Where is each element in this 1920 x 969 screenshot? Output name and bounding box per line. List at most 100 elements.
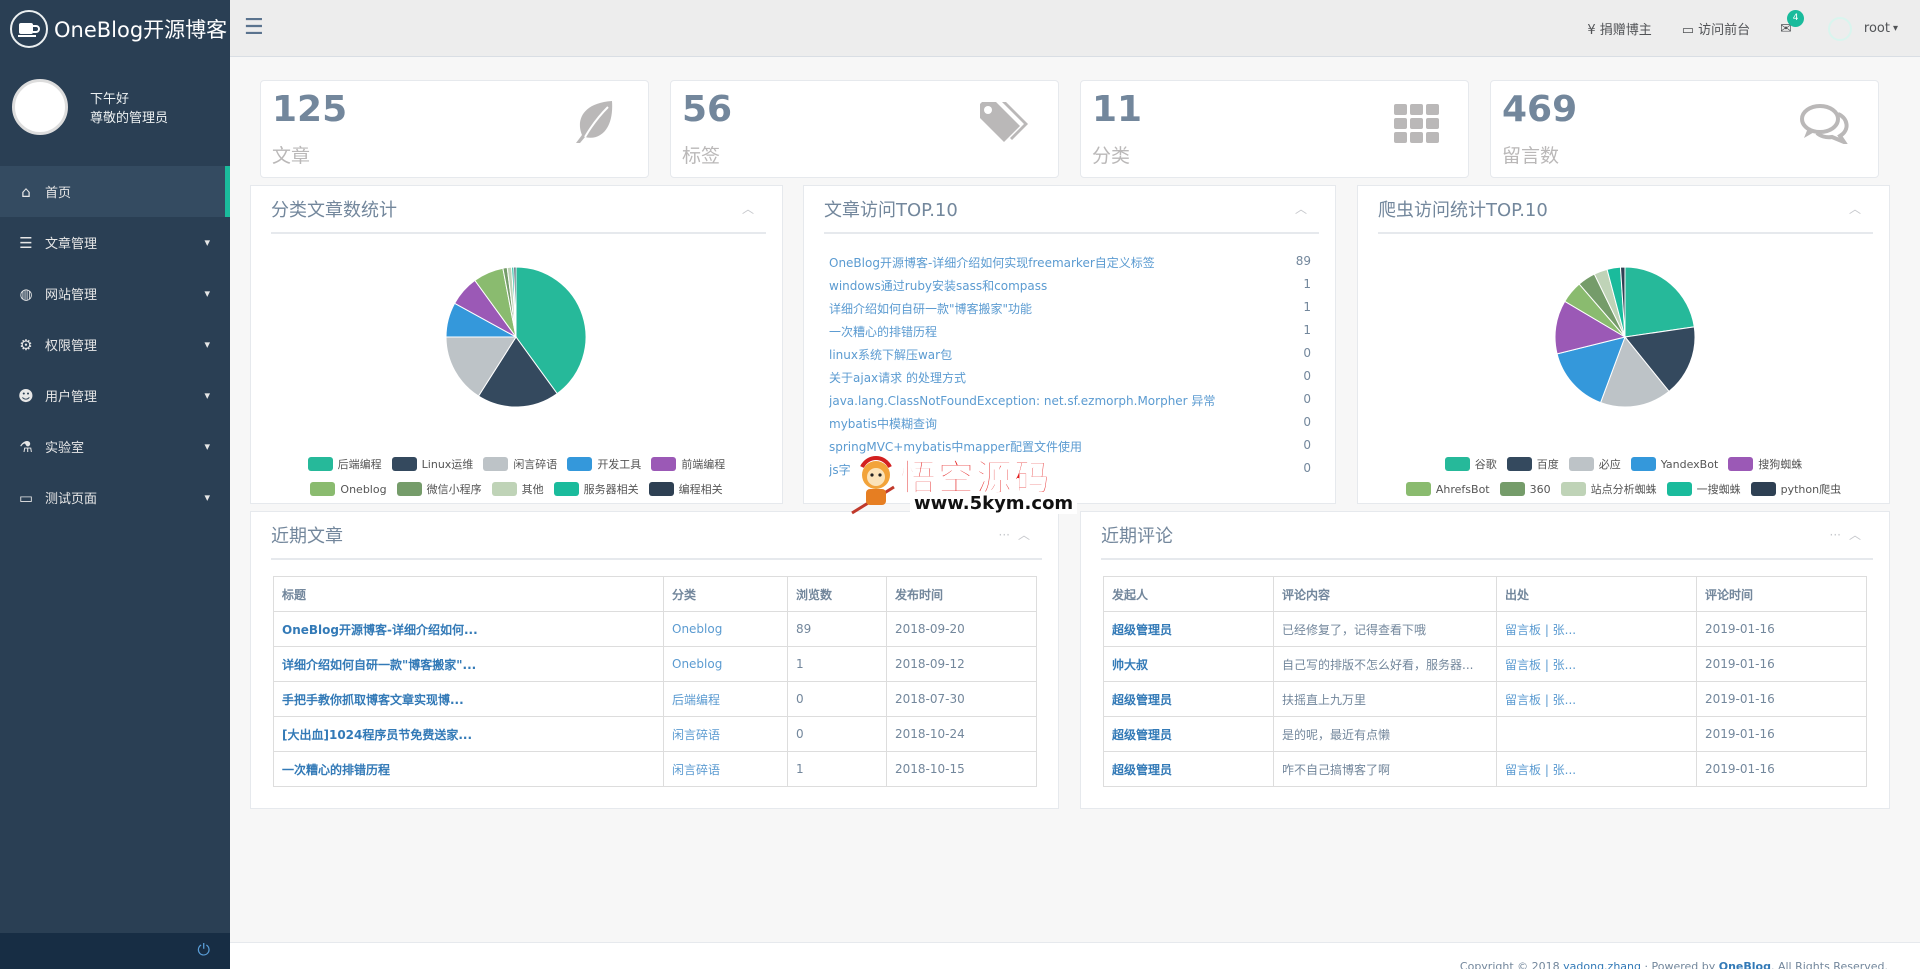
legend-item[interactable]: 必应 (1568, 456, 1621, 472)
envelope-icon[interactable]: ✉ 4 (1780, 9, 1805, 37)
sidebar-item-label: 网站管理 (45, 288, 98, 303)
chevron-up-icon[interactable]: ︿ (1295, 202, 1307, 216)
legend-item[interactable]: Oneblog (310, 481, 387, 497)
table-cell: 是的呢，最近有点懒 (1273, 716, 1497, 752)
sidebar-item-lab[interactable]: ⚗ 实验室 ▾ (0, 421, 230, 472)
legend-swatch (651, 457, 677, 471)
table-cell[interactable]: 闲言碎语 (663, 751, 788, 787)
legend-item[interactable]: 站点分析蜘蛛 (1560, 481, 1657, 497)
sidebar-item-users[interactable]: ☻ 用户管理 ▾ (0, 370, 230, 421)
article-link[interactable]: linux系统下解压war包 (829, 346, 952, 369)
avatar (1827, 16, 1852, 41)
legend-item[interactable]: 闲言碎语 (483, 456, 557, 472)
sidebar-item-site[interactable]: ◍ 网站管理 ▾ (0, 268, 230, 319)
legend-item[interactable]: 谷歌 (1444, 456, 1497, 472)
table-row: 详细介绍如何自研一款"博客搬家"... Oneblog 1 2018-09-12 (273, 646, 1037, 682)
user-menu[interactable]: root ▾ (1827, 16, 1898, 41)
table-cell[interactable]: 超级管理员 (1103, 751, 1274, 787)
table-cell[interactable]: [大出血]1024程序员节免费送家... (273, 716, 664, 752)
avatar[interactable] (12, 79, 68, 135)
stat-label: 文章 (272, 145, 311, 167)
sidebar-item-label: 权限管理 (45, 339, 98, 354)
table-cell[interactable]: 详细介绍如何自研一款"博客搬家"... (273, 646, 664, 682)
article-link[interactable]: OneBlog开源博客-详细介绍如何实现freemarker自定义标签 (829, 254, 1155, 277)
chevron-up-icon[interactable]: ︿ (1018, 528, 1030, 542)
article-link[interactable]: mybatis中模糊查询 (829, 415, 937, 438)
table-cell[interactable]: 一次糟心的排错历程 (273, 751, 664, 787)
legend-item[interactable]: 后端编程 (307, 456, 382, 472)
legend-item[interactable]: 其他 (491, 481, 544, 497)
legend-item[interactable]: 开发工具 (567, 456, 641, 472)
product-link[interactable]: OneBlog (1719, 960, 1771, 969)
legend-swatch (1568, 457, 1594, 471)
sidebar-item-test[interactable]: ▭ 测试页面 ▾ (0, 472, 230, 523)
more-icon[interactable]: ··· (999, 528, 1010, 542)
pie-slice[interactable] (1624, 266, 1695, 338)
table-cell[interactable]: 留言板 | 张... (1496, 681, 1697, 717)
table-cell[interactable]: 手把手教你抓取博客文章实现博... (273, 681, 664, 717)
article-link[interactable]: java.lang.ClassNotFoundException: net.sf… (829, 392, 1215, 415)
table-cell[interactable]: 留言板 | 张... (1496, 611, 1697, 647)
spider-stats-panel: 爬虫访问统计TOP.10 ︿ 谷歌 百度 必应 YandexBot 搜狗蜘蛛 Ahrefs… (1357, 185, 1890, 504)
legend-item[interactable]: 360 (1499, 481, 1551, 497)
table-row: 超级管理员 已经修复了，记得查看下哦 留言板 | 张... 2019-01-16 (1103, 611, 1867, 647)
legend-swatch (483, 457, 509, 471)
legend-item[interactable]: 搜狗蜘蛛 (1728, 456, 1802, 472)
table-cell[interactable]: Oneblog (663, 611, 788, 647)
power-icon[interactable]: ⏻ (197, 940, 210, 960)
stat-tile-categories: 11 分类 (1080, 80, 1469, 178)
legend-swatch (1499, 482, 1525, 496)
table-cell[interactable]: Oneblog (663, 646, 788, 682)
article-link[interactable]: 关于ajax请求 的处理方式 (829, 369, 966, 392)
table-cell[interactable]: 超级管理员 (1103, 716, 1274, 752)
table-cell[interactable]: 超级管理员 (1103, 611, 1274, 647)
sidebar-item-label: 文章管理 (45, 237, 98, 252)
table-cell: 2019-01-16 (1696, 716, 1867, 752)
table-row: [大出血]1024程序员节免费送家... 闲言碎语 0 2018-10-24 (273, 716, 1037, 752)
table-row: OneBlog开源博客-详细介绍如何... Oneblog 89 2018-09-20 (273, 611, 1037, 647)
table-cell[interactable]: OneBlog开源博客-详细介绍如何... (273, 611, 664, 647)
legend-item[interactable]: YandexBot (1630, 456, 1718, 472)
legend-item[interactable]: 编程相关 (648, 481, 723, 497)
legend-item[interactable]: 微信小程序 (396, 481, 482, 497)
legend-item[interactable]: Linux运维 (391, 456, 473, 472)
legend-item[interactable]: 前端编程 (651, 456, 725, 472)
stat-label: 分类 (1092, 145, 1131, 167)
sidebar-item-home[interactable]: ⌂ 首页 (0, 166, 230, 217)
stat-value: 469 (1502, 89, 1578, 130)
legend-item[interactable]: 百度 (1506, 456, 1559, 472)
table-cell[interactable] (1496, 716, 1697, 752)
sidebar-item-permissions[interactable]: ⚙ 权限管理 ▾ (0, 319, 230, 370)
table-cell[interactable]: 超级管理员 (1103, 681, 1274, 717)
author-link[interactable]: yadong.zhang (1563, 960, 1641, 969)
more-icon[interactable]: ··· (1830, 528, 1841, 542)
chevron-down-icon: ▾ (1892, 23, 1898, 34)
table-cell[interactable]: 帅大叔 (1103, 646, 1274, 682)
legend-item[interactable]: AhrefsBot (1405, 481, 1490, 497)
chevron-up-icon[interactable]: ︿ (1849, 202, 1861, 216)
brand[interactable]: OneBlog开源博客 (0, 0, 230, 57)
article-link[interactable]: 一次糟心的排错历程 (829, 323, 937, 346)
table-cell[interactable]: 留言板 | 张... (1496, 751, 1697, 787)
article-link[interactable]: windows通过ruby安装sass和compass (829, 277, 1047, 300)
legend-label: 谷歌 (1474, 458, 1497, 471)
donate-link[interactable]: ¥ 捐赠博主 (1587, 19, 1651, 38)
table-cell[interactable]: 留言板 | 张... (1496, 646, 1697, 682)
chevron-up-icon[interactable]: ︿ (1849, 528, 1861, 542)
legend-item[interactable]: 服务器相关 (553, 481, 639, 497)
table-cell[interactable]: 后端编程 (663, 681, 788, 717)
users-icon: ☻ (18, 386, 34, 405)
chevron-down-icon: ▾ (204, 491, 210, 504)
article-link[interactable]: 详细介绍如何自研一款"博客搬家"功能 (829, 300, 1032, 323)
monkey-king-icon (851, 456, 895, 515)
visit-count: 1 (1303, 323, 1311, 337)
table-cell[interactable]: 闲言碎语 (663, 716, 788, 752)
panel-header: 爬虫访问统计TOP.10 ︿ (1378, 186, 1873, 234)
chevron-up-icon[interactable]: ︿ (742, 202, 754, 216)
legend-item[interactable]: python爬虫 (1750, 481, 1841, 497)
legend-item[interactable]: 一搜蜘蛛 (1666, 481, 1741, 497)
menu-toggle-icon[interactable]: ☰ (244, 15, 264, 40)
visit-frontend-link[interactable]: ▭ 访问前台 (1682, 19, 1750, 38)
table-row: 手把手教你抓取博客文章实现博... 后端编程 0 2018-07-30 (273, 681, 1037, 717)
sidebar-item-articles[interactable]: ☰ 文章管理 ▾ (0, 217, 230, 268)
